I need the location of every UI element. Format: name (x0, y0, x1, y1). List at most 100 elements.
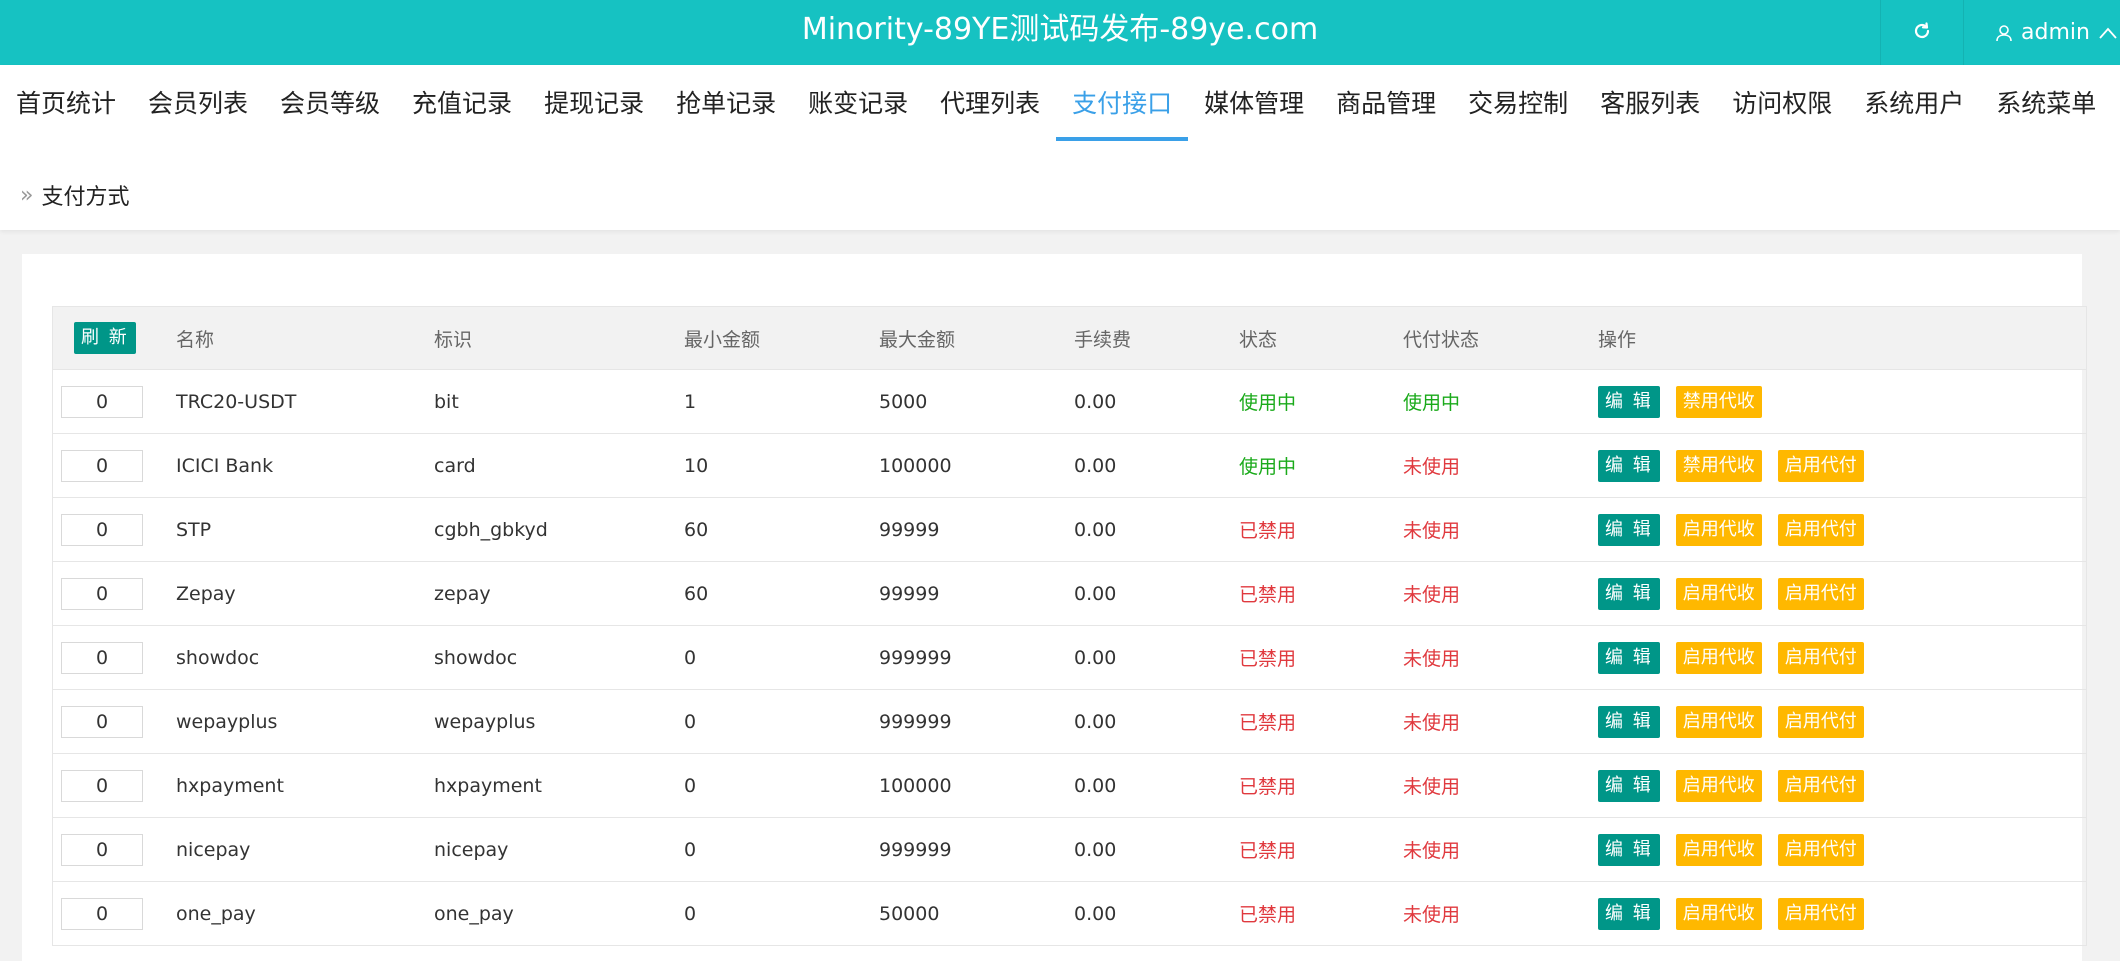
sort-order-input[interactable] (61, 641, 143, 674)
name-cell: wepayplus (176, 710, 278, 733)
action-buttons: 编 辑启用代收 启用代付 (1598, 897, 1864, 930)
column-header-min: 最小金额 (684, 328, 761, 351)
sort-column-header: 刷 新 (61, 307, 136, 369)
edit-button[interactable]: 编 辑 (1598, 449, 1660, 482)
min-amount-cell: 0 (684, 646, 697, 669)
collection-toggle-button[interactable]: 启用代收 (1675, 833, 1762, 866)
tab-11[interactable]: 交易控制 (1452, 65, 1584, 137)
edit-button[interactable]: 编 辑 (1598, 577, 1660, 610)
payout-toggle-button[interactable]: 启用代付 (1777, 577, 1864, 610)
sort-order-input[interactable] (61, 833, 143, 866)
max-amount-cell: 5000 (879, 390, 928, 413)
tab-7[interactable]: 代理列表 (924, 65, 1056, 137)
tab-6[interactable]: 账变记录 (792, 65, 924, 137)
collection-toggle-button[interactable]: 启用代收 (1675, 705, 1762, 738)
edit-button[interactable]: 编 辑 (1598, 385, 1660, 418)
sort-order-input[interactable] (61, 705, 143, 738)
payout-toggle-button[interactable]: 启用代付 (1777, 769, 1864, 802)
user-menu[interactable]: admin (1963, 0, 2120, 65)
column-header-name: 名称 (176, 328, 215, 351)
collection-toggle-button[interactable]: 启用代收 (1675, 897, 1762, 930)
sort-cell (61, 626, 143, 689)
tab-3[interactable]: 充值记录 (396, 65, 528, 137)
nav-tabs: 首页统计 会员列表 会员等级 充值记录 提现记录 抢单记录 账变记录 代理列表 支付接口 媒体管理… (0, 65, 2112, 141)
status-badge: 已禁用 (1239, 520, 1297, 542)
column-header-code: 标识 (434, 328, 473, 351)
tab-15[interactable]: 系统菜单 (1980, 65, 2112, 137)
refresh-button[interactable]: 刷 新 (74, 322, 136, 354)
collection-toggle-button[interactable]: 启用代收 (1675, 769, 1762, 802)
tab-1[interactable]: 会员列表 (132, 65, 264, 137)
tab-12[interactable]: 客服列表 (1584, 65, 1716, 137)
fee-cell: 0.00 (1074, 454, 1117, 477)
code-cell: showdoc (434, 646, 518, 669)
sort-order-input[interactable] (61, 769, 143, 802)
sort-order-input[interactable] (61, 385, 143, 418)
collection-toggle-button[interactable]: 启用代收 (1675, 513, 1762, 546)
tab-13[interactable]: 访问权限 (1716, 65, 1848, 137)
collection-toggle-button[interactable]: 禁用代收 (1675, 385, 1762, 418)
edit-button[interactable]: 编 辑 (1598, 641, 1660, 674)
fee-cell: 0.00 (1074, 838, 1117, 861)
fee-cell: 0.00 (1074, 646, 1117, 669)
column-header-ops: 操作 (1598, 328, 1637, 351)
actions-cell: 编 辑启用代收 启用代付 (1598, 626, 1864, 689)
sort-order-input[interactable] (61, 577, 143, 610)
main-nav: 首页统计 会员列表 会员等级 充值记录 提现记录 抢单记录 账变记录 代理列表 支付接口 媒体管理… (0, 65, 2120, 230)
payout-toggle-button[interactable]: 启用代付 (1777, 705, 1864, 738)
table-row: ICICI Bank card 10 100000 0.00 使用中 未使用 编 辑禁用代收启… (53, 434, 2086, 498)
payout-toggle-button[interactable]: 启用代付 (1777, 833, 1864, 866)
code-cell: hxpayment (434, 774, 542, 797)
max-amount-cell: 999999 (879, 838, 952, 861)
refresh-page-button[interactable] (1880, 0, 1964, 65)
max-amount-cell: 50000 (879, 902, 940, 925)
actions-cell: 编 辑启用代收 启用代付 (1598, 754, 1864, 817)
code-cell: nicepay (434, 838, 509, 861)
name-cell: nicepay (176, 838, 251, 861)
collection-toggle-button[interactable]: 禁用代收 (1675, 449, 1762, 482)
column-header-status: 状态 (1239, 328, 1278, 351)
fee-cell: 0.00 (1074, 902, 1117, 925)
tab-9[interactable]: 媒体管理 (1188, 65, 1320, 137)
tab-4[interactable]: 提现记录 (528, 65, 660, 137)
status-badge: 已禁用 (1239, 712, 1297, 734)
max-amount-cell: 100000 (879, 454, 952, 477)
name-cell: Zepay (176, 582, 236, 605)
payout-toggle-button[interactable]: 启用代付 (1777, 513, 1864, 546)
min-amount-cell: 0 (684, 902, 697, 925)
payout-status-badge: 未使用 (1403, 776, 1461, 798)
table-header-row: 刷 新 名称 标识 最小金额 最大金额 手续费 状态 代付状态 操作 (53, 307, 2086, 370)
actions-cell: 编 辑启用代收 启用代付 (1598, 818, 1864, 881)
status-badge: 已禁用 (1239, 648, 1297, 670)
payout-status-badge: 未使用 (1403, 584, 1461, 606)
collection-toggle-button[interactable]: 启用代收 (1675, 577, 1762, 610)
sort-order-input[interactable] (61, 449, 143, 482)
fee-cell: 0.00 (1074, 390, 1117, 413)
min-amount-cell: 60 (684, 582, 709, 605)
payout-toggle-button[interactable]: 启用代付 (1777, 449, 1864, 482)
edit-button[interactable]: 编 辑 (1598, 513, 1660, 546)
column-header-max: 最大金额 (879, 328, 956, 351)
tab-0[interactable]: 首页统计 (0, 65, 132, 137)
edit-button[interactable]: 编 辑 (1598, 705, 1660, 738)
table-row: hxpaymenthxpayment01000000.00已禁用未使用编 辑启用… (53, 754, 2086, 818)
fee-cell: 0.00 (1074, 710, 1117, 733)
actions-cell: 编 辑禁用代收 (1598, 370, 1762, 433)
edit-button[interactable]: 编 辑 (1598, 769, 1660, 802)
name-cell: TRC20-USDT (176, 390, 297, 413)
collection-toggle-button[interactable]: 启用代收 (1675, 641, 1762, 674)
payout-toggle-button[interactable]: 启用代付 (1777, 641, 1864, 674)
status-badge: 已禁用 (1239, 776, 1297, 798)
edit-button[interactable]: 编 辑 (1598, 897, 1660, 930)
tab-10[interactable]: 商品管理 (1320, 65, 1452, 137)
edit-button[interactable]: 编 辑 (1598, 833, 1660, 866)
tab-14[interactable]: 系统用户 (1848, 65, 1980, 137)
sort-order-input[interactable] (61, 513, 143, 546)
sort-order-input[interactable] (61, 897, 143, 930)
fee-cell: 0.00 (1074, 582, 1117, 605)
payout-toggle-button[interactable]: 启用代付 (1777, 897, 1864, 930)
tab-8[interactable]: 支付接口 (1056, 65, 1189, 141)
tab-2[interactable]: 会员等级 (264, 65, 396, 137)
actions-cell: 编 辑启用代收 启用代付 (1598, 690, 1864, 753)
tab-5[interactable]: 抢单记录 (660, 65, 792, 137)
